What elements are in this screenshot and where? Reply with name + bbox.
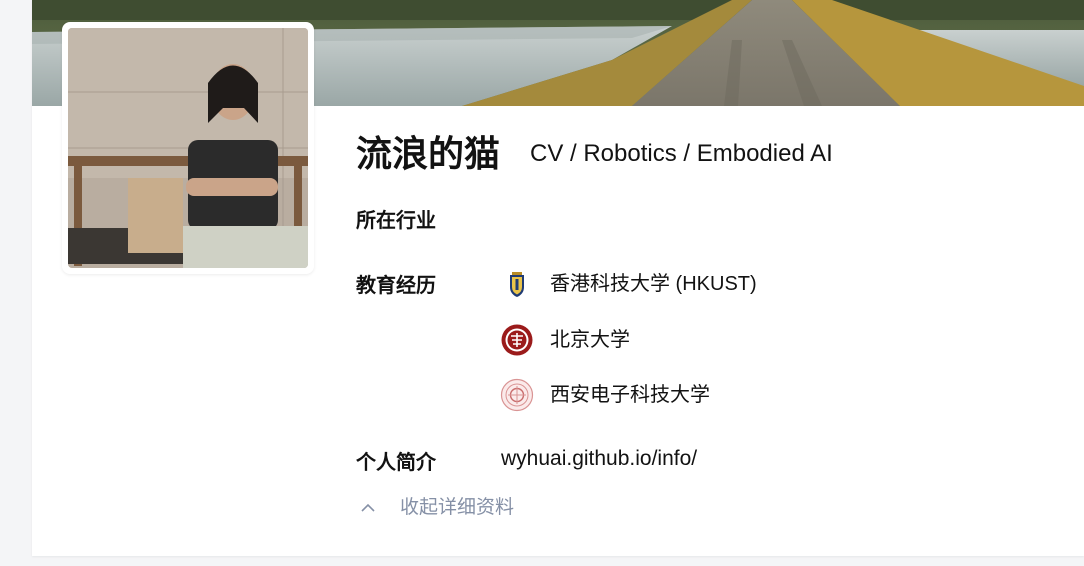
chevron-up-icon bbox=[361, 503, 375, 512]
collapse-details-label: 收起详细资料 bbox=[400, 497, 515, 518]
industry-label: 所在行业 bbox=[356, 208, 436, 232]
pku-seal-icon bbox=[501, 324, 533, 356]
education-label: 教育经历 bbox=[356, 273, 436, 297]
profile-card: 流浪的猫 CV / Robotics / Embodied AI 所在行业 教育… bbox=[32, 0, 1084, 556]
profile-name: 流浪的猫 bbox=[356, 134, 501, 175]
education-school-name: 香港科技大学 (HKUST) bbox=[550, 273, 757, 295]
collapse-details-button[interactable]: 收起详细资料 bbox=[358, 494, 514, 522]
education-school-name: 西安电子科技大学 bbox=[550, 384, 710, 406]
profile-headline: CV / Robotics / Embodied AI bbox=[530, 140, 833, 167]
xidian-seal-icon bbox=[500, 378, 534, 412]
hkust-crest-icon bbox=[510, 272, 524, 297]
bio-text[interactable]: wyhuai.github.io/info/ bbox=[501, 445, 697, 473]
avatar[interactable] bbox=[62, 22, 314, 274]
bio-label: 个人简介 bbox=[356, 450, 436, 474]
education-school-name: 北京大学 bbox=[550, 329, 630, 351]
avatar-photo bbox=[68, 28, 308, 268]
